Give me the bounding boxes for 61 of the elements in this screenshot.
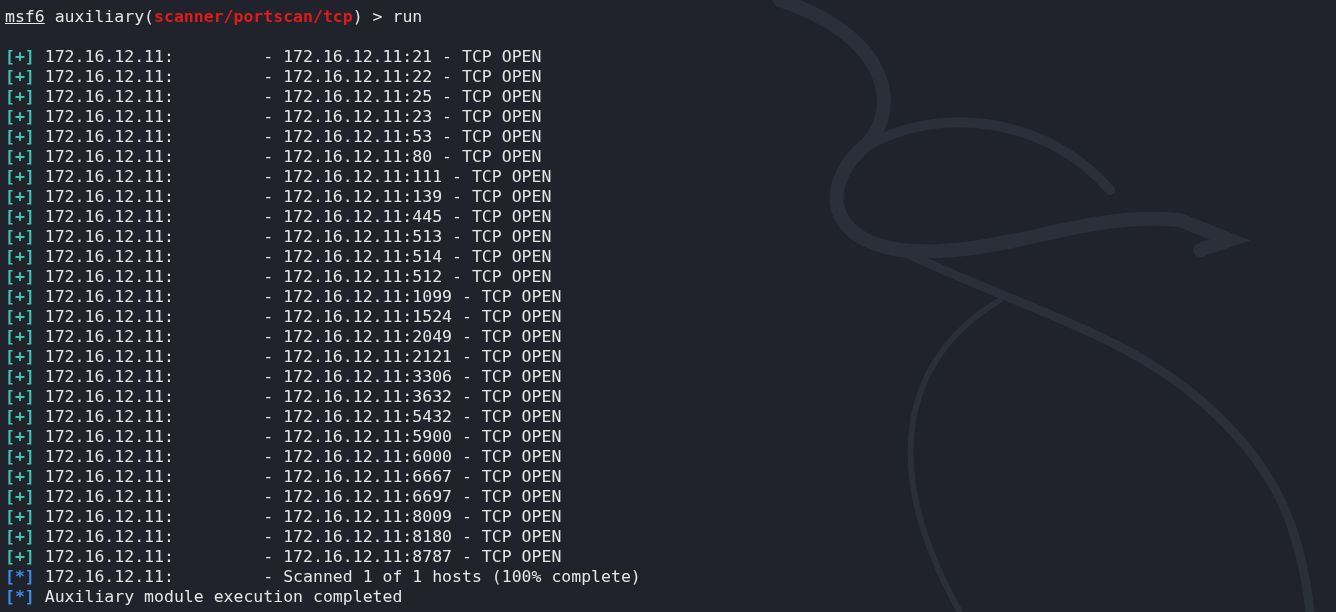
status-marker: [+] [5, 527, 35, 546]
status-marker: [+] [5, 87, 35, 106]
output-text: 172.16.12.11: - 172.16.12.11:3632 - TCP OPEN [44, 387, 562, 406]
output-text: 172.16.12.11: - 172.16.12.11:21 - TCP OPEN [44, 47, 542, 66]
output-text: 172.16.12.11: - 172.16.12.11:5900 - TCP OPEN [44, 427, 562, 446]
status-marker: [*] [5, 567, 35, 586]
output-text: 172.16.12.11: - 172.16.12.11:8787 - TCP OPEN [44, 547, 562, 566]
status-marker: [+] [5, 367, 35, 386]
output-text: 172.16.12.11: - 172.16.12.11:80 - TCP OPEN [44, 147, 542, 166]
status-marker: [*] [5, 587, 35, 606]
output-text: 172.16.12.11: - 172.16.12.11:2121 - TCP OPEN [44, 347, 562, 366]
output-text: 172.16.12.11: - 172.16.12.11:513 - TCP OPEN [44, 227, 552, 246]
prompt-text: auxiliary( [54, 7, 155, 26]
status-marker: [+] [5, 247, 35, 266]
output-text: 172.16.12.11: - 172.16.12.11:1524 - TCP OPEN [44, 307, 562, 326]
output-text: 172.16.12.11: - 172.16.12.11:2049 - TCP OPEN [44, 327, 562, 346]
status-marker: [+] [5, 147, 35, 166]
status-marker: [+] [5, 347, 35, 366]
output-text: 172.16.12.11: - 172.16.12.11:111 - TCP OPEN [44, 167, 552, 186]
command-text: run [392, 7, 423, 26]
status-marker: [+] [5, 227, 35, 246]
output-text: 172.16.12.11: - 172.16.12.11:6667 - TCP OPEN [44, 467, 562, 486]
output-text: 172.16.12.11: - 172.16.12.11:514 - TCP OPEN [44, 247, 552, 266]
status-marker: [+] [5, 327, 35, 346]
output-text: 172.16.12.11: - 172.16.12.11:8180 - TCP OPEN [44, 527, 562, 546]
status-marker: [+] [5, 47, 35, 66]
output-text: 172.16.12.11: - 172.16.12.11:1099 - TCP OPEN [44, 287, 562, 306]
status-marker: [+] [5, 267, 35, 286]
output-text: Auxiliary module execution completed [44, 587, 403, 606]
output-text: 172.16.12.11: - 172.16.12.11:25 - TCP OPEN [44, 87, 542, 106]
status-marker: [+] [5, 547, 35, 566]
output-text: 172.16.12.11: - 172.16.12.11:445 - TCP OPEN [44, 207, 552, 226]
status-marker: [+] [5, 487, 35, 506]
output-text: 172.16.12.11: - 172.16.12.11:139 - TCP OPEN [44, 187, 552, 206]
status-marker: [+] [5, 287, 35, 306]
status-marker: [+] [5, 307, 35, 326]
status-marker: [+] [5, 187, 35, 206]
status-marker: [+] [5, 67, 35, 86]
status-marker: [+] [5, 447, 35, 466]
status-marker: [+] [5, 467, 35, 486]
output-text: 172.16.12.11: - 172.16.12.11:8009 - TCP OPEN [44, 507, 562, 526]
status-marker: [+] [5, 167, 35, 186]
output-text: 172.16.12.11: - 172.16.12.11:6000 - TCP OPEN [44, 447, 562, 466]
output-text: 172.16.12.11: - 172.16.12.11:512 - TCP OPEN [44, 267, 552, 286]
status-marker: [+] [5, 127, 35, 146]
prompt-text: ) > [352, 7, 384, 26]
status-marker: [+] [5, 387, 35, 406]
output-text: 172.16.12.11: - Scanned 1 of 1 hosts (100% complete) [44, 567, 641, 586]
output-text: 172.16.12.11: - 172.16.12.11:23 - TCP OPEN [44, 107, 542, 126]
prompt-user: msf6 [5, 7, 45, 26]
status-marker: [+] [5, 107, 35, 126]
module-name: scanner/portscan/tcp [154, 7, 353, 26]
output-text: 172.16.12.11: - 172.16.12.11:6697 - TCP OPEN [44, 487, 562, 506]
status-marker: [+] [5, 427, 35, 446]
output-text: 172.16.12.11: - 172.16.12.11:22 - TCP OPEN [44, 67, 542, 86]
status-marker: [+] [5, 407, 35, 426]
output-text: 172.16.12.11: - 172.16.12.11:53 - TCP OPEN [44, 127, 542, 146]
status-marker: [+] [5, 507, 35, 526]
output-text: 172.16.12.11: - 172.16.12.11:5432 - TCP OPEN [44, 407, 562, 426]
output-text: 172.16.12.11: - 172.16.12.11:3306 - TCP OPEN [44, 367, 562, 386]
status-marker: [+] [5, 207, 35, 226]
